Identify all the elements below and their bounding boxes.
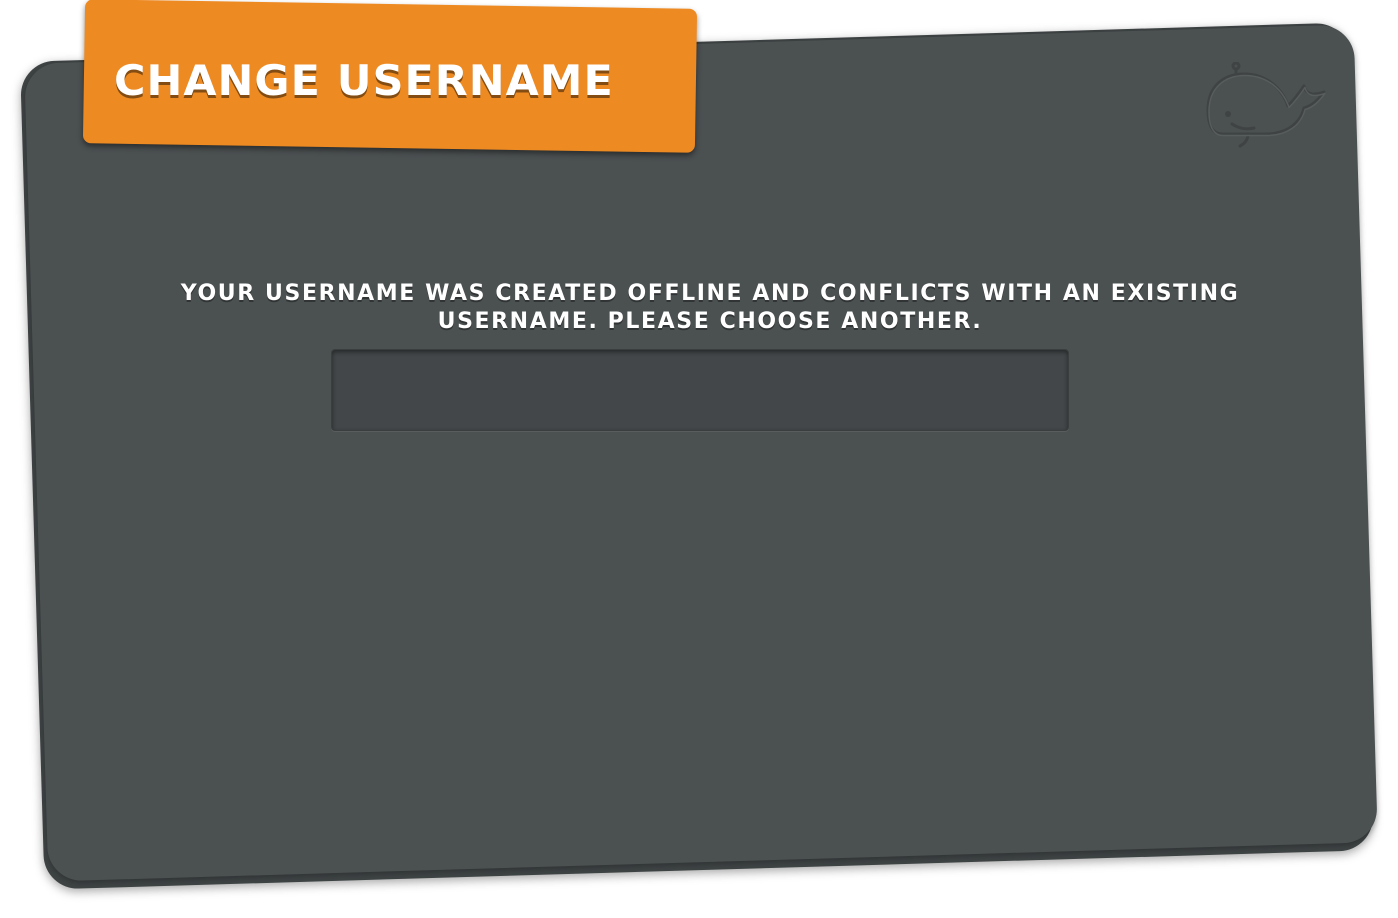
conflict-message: YOUR USERNAME WAS CREATED OFFLINE AND CO… <box>180 281 1240 334</box>
dialog-title: CHANGE USERNAME <box>114 56 614 105</box>
whale-icon <box>1206 62 1326 148</box>
username-input[interactable] <box>331 349 1069 431</box>
dialog-card <box>24 24 1378 882</box>
change-username-screen: CHANGE USERNAME YOUR USERNAME WAS CREATE… <box>0 0 1398 918</box>
